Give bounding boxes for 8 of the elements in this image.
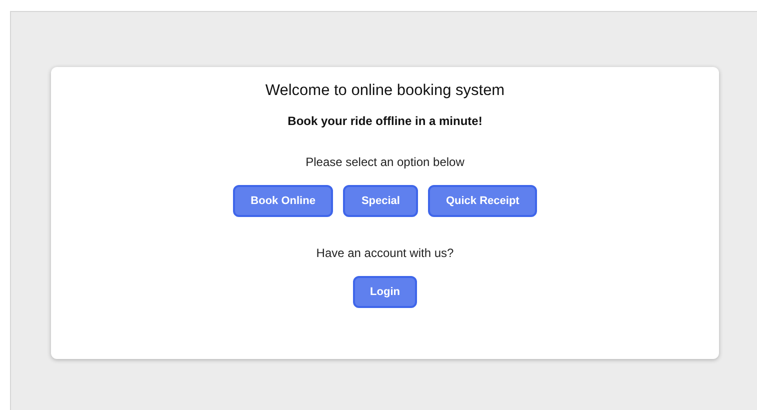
- option-button[interactable]: Quick Receipt: [428, 185, 538, 218]
- option-button[interactable]: Book Online: [232, 185, 334, 218]
- subtitle: Book your ride offline in a minute!: [288, 113, 482, 130]
- welcome-title: Welcome to online booking system: [265, 81, 505, 101]
- login-button[interactable]: Login: [353, 276, 417, 308]
- option-button[interactable]: Special: [343, 185, 418, 218]
- account-prompt: Have an account with us?: [316, 245, 454, 262]
- option-prompt: Please select an option below: [306, 154, 464, 172]
